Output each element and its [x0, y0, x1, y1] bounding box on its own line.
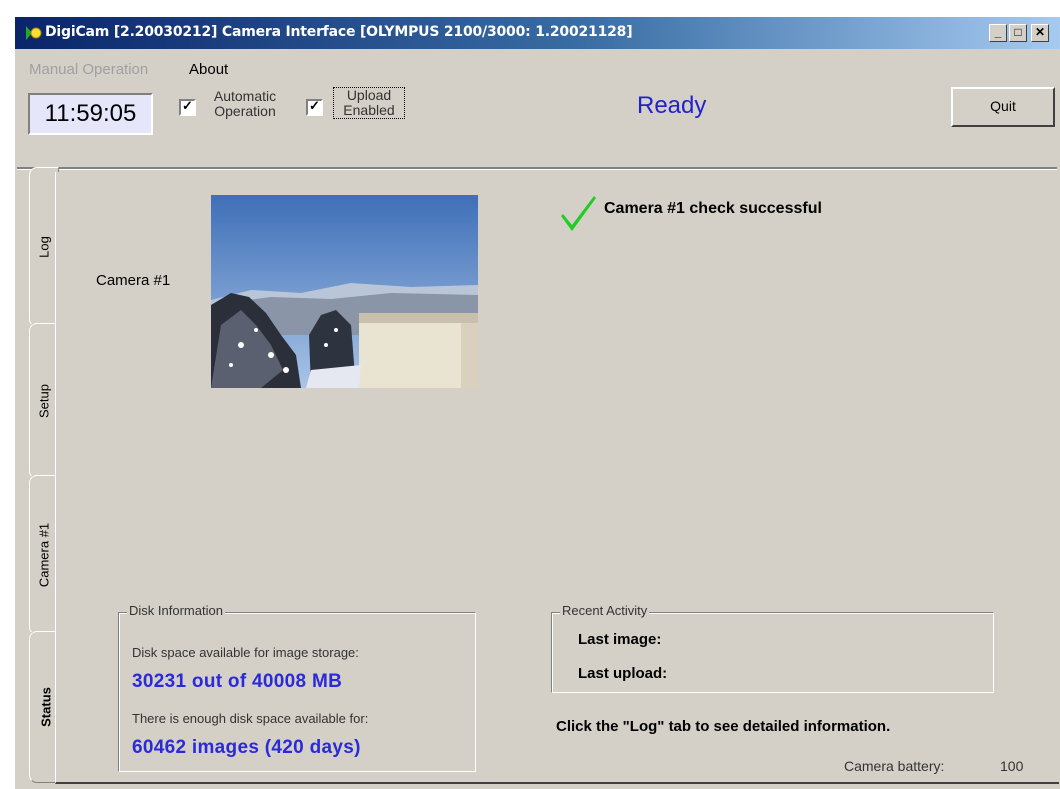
tab-camera-1-label: Camera #1 — [36, 522, 52, 588]
camera-check-message: Camera #1 check successful — [604, 200, 822, 217]
disk-available-label: Disk space available for image storage: — [132, 645, 359, 660]
last-upload-label: Last upload: — [578, 665, 668, 682]
camera-preview-image[interactable] — [211, 195, 478, 388]
menu-bar: Manual Operation About — [15, 57, 1060, 81]
auto-operation-label-line1: Automatic — [213, 88, 277, 104]
disk-available-value: 30231 out of 40008 MB — [132, 671, 343, 692]
checkmark-icon: ✓ — [182, 98, 193, 113]
minimize-button[interactable]: _ — [989, 24, 1007, 42]
tab-status-label: Status — [38, 687, 53, 727]
battery-label: Camera battery: — [844, 758, 945, 774]
status-text: Ready — [637, 92, 707, 119]
auto-operation-label-line2: Operation — [214, 103, 276, 119]
recent-activity-title: Recent Activity — [560, 603, 650, 618]
toolbar-divider — [17, 167, 1057, 170]
auto-operation-checkbox[interactable]: ✓ — [179, 98, 196, 116]
disk-information-title: Disk Information — [127, 603, 225, 618]
camera-label: Camera #1 — [96, 272, 171, 289]
last-image-label: Last image: — [578, 631, 662, 648]
auto-operation-label[interactable]: Automatic Operation — [205, 89, 285, 119]
upload-enabled-label[interactable]: Upload Enabled — [333, 87, 405, 119]
disk-information-group: Disk Information Disk space available fo… — [118, 603, 476, 772]
maximize-button[interactable]: □ — [1009, 24, 1027, 42]
upload-enabled-checkbox[interactable]: ✓ — [306, 98, 323, 116]
tab-setup-label: Setup — [36, 384, 52, 418]
menu-manual-operation[interactable]: Manual Operation — [29, 61, 148, 78]
disk-enough-value: 60462 images (420 days) — [132, 737, 361, 758]
recent-activity-group: Recent Activity Last image: Last upload: — [551, 603, 994, 693]
clock-display: 11:59:05 — [28, 93, 153, 135]
app-icon — [26, 26, 42, 40]
close-button[interactable]: ✕ — [1031, 24, 1049, 42]
menu-about[interactable]: About — [189, 61, 228, 78]
checkmark-icon: ✓ — [309, 98, 320, 113]
battery-value: 100 — [1000, 758, 1024, 774]
upload-enabled-label-line2: Enabled — [343, 102, 395, 118]
title-bar[interactable]: DigiCam [2.20030212] Camera Interface [O… — [15, 17, 1060, 49]
log-hint: Click the "Log" tab to see detailed info… — [556, 718, 891, 735]
window-title: DigiCam [2.20030212] Camera Interface [O… — [45, 24, 633, 40]
quit-button[interactable]: Quit — [951, 87, 1055, 127]
disk-enough-label: There is enough disk space available for… — [132, 711, 369, 726]
upload-enabled-label-line1: Upload — [346, 87, 392, 103]
check-icon — [561, 196, 596, 231]
tab-log-label: Log — [36, 236, 52, 258]
